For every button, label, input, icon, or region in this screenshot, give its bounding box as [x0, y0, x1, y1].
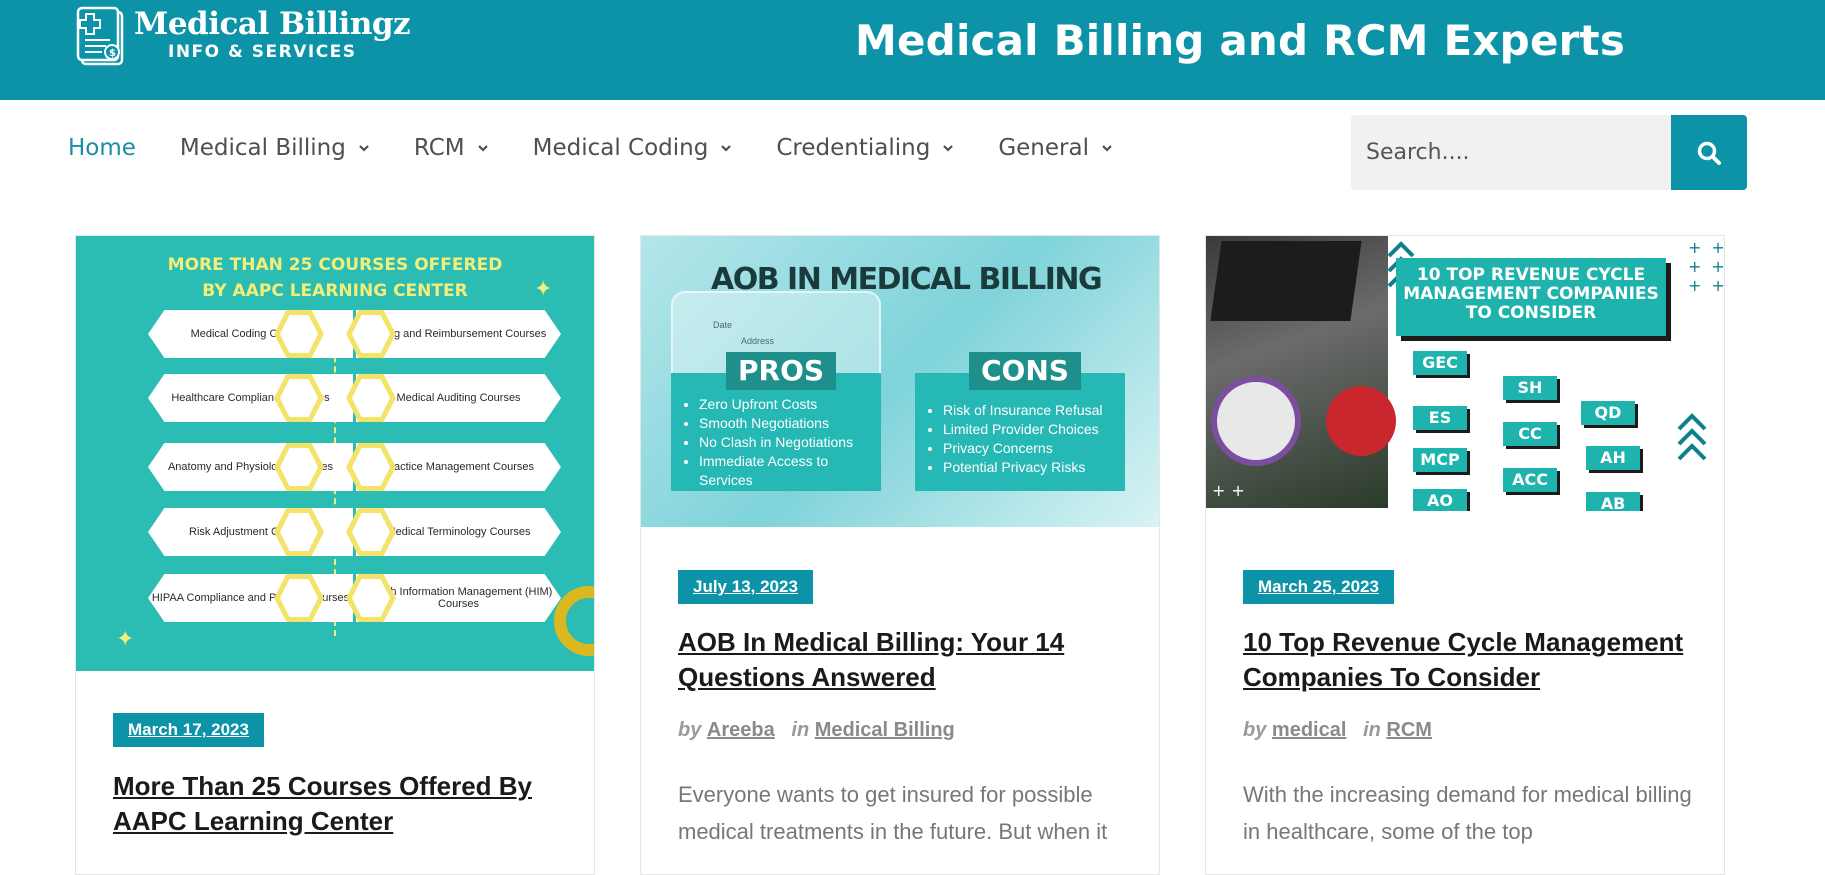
cons-item: Potential Privacy Risks [943, 458, 1115, 477]
image-title-line: MORE THAN 25 COURSES OFFERED [167, 255, 503, 275]
medical-document-icon: $ [76, 6, 124, 66]
nav-item-medical-billing[interactable]: Medical Billing [180, 135, 370, 161]
pros-item: Smooth Negotiations [699, 414, 871, 433]
nav-item-rcm[interactable]: RCM [414, 135, 489, 161]
site-logo[interactable]: $ Medical Billingz INFO & SERVICES [76, 6, 411, 68]
pros-label: PROS [726, 352, 837, 390]
cons-item: Risk of Insurance Refusal [943, 401, 1115, 420]
nav-label: Medical Coding [532, 135, 709, 161]
post-excerpt: With the increasing demand for medical b… [1243, 782, 1692, 844]
nav-item-credentialing[interactable]: Credentialing [776, 135, 954, 161]
company-tag: ACC [1503, 468, 1557, 492]
post-title[interactable]: More Than 25 Courses Offered By AAPC Lea… [113, 769, 563, 839]
site-header: $ Medical Billingz INFO & SERVICES Medic… [0, 0, 1825, 100]
laptop-photo: ++ [1206, 236, 1396, 508]
nav-label: RCM [413, 135, 465, 161]
post-date[interactable]: March 17, 2023 [113, 713, 264, 747]
pros-item: Zero Upfront Costs [699, 395, 871, 414]
chevron-down-icon [477, 145, 488, 152]
cons-item: Privacy Concerns [943, 439, 1115, 458]
post-title[interactable]: AOB In Medical Billing: Your 14 Question… [678, 625, 1128, 695]
post-card: MORE THAN 25 COURSES OFFERED BY AAPC LEA… [75, 235, 595, 875]
ring-decoration [554, 586, 594, 656]
meta-in-label: in [1363, 719, 1381, 741]
chevron-down-icon [721, 145, 732, 152]
post-title[interactable]: 10 Top Revenue Cycle Management Companie… [1243, 625, 1693, 695]
company-tag: SH [1503, 376, 1557, 400]
image-title-line: BY AAPC LEARNING CENTER [202, 281, 468, 301]
sparkle-icon: ✦ [534, 276, 553, 301]
logo-subtitle: INFO & SERVICES [168, 42, 357, 62]
post-date[interactable]: July 13, 2023 [678, 570, 813, 604]
image-banner: 10 TOP REVENUE CYCLE MANAGEMENT COMPANIE… [1396, 258, 1666, 336]
company-tag: AO [1413, 489, 1467, 511]
pros-item: Immediate Access to Services [699, 452, 871, 490]
meta-by-label: by [678, 719, 702, 741]
company-tag: AH [1586, 446, 1640, 470]
company-tag: MCP [1413, 448, 1467, 472]
post-card: ++ 10 TOP REVENUE CYCLE MANAGEMENT COMPA… [1205, 235, 1725, 875]
company-tag: ES [1413, 406, 1467, 430]
post-thumbnail[interactable]: Date Address AOB IN MEDICAL BILLING Zero… [641, 236, 1159, 527]
post-card: Date Address AOB IN MEDICAL BILLING Zero… [640, 235, 1160, 875]
company-tag: CC [1503, 422, 1557, 446]
chevron-down-icon [1102, 145, 1112, 152]
pros-box: Zero Upfront Costs Smooth Negotiations N… [671, 373, 881, 491]
post-excerpt: Everyone wants to get insured for possib… [678, 782, 1108, 844]
pros-item: No Clash in Negotiations [699, 433, 871, 452]
search-input[interactable] [1351, 115, 1671, 190]
meta-in-label: in [791, 719, 810, 741]
post-author[interactable]: medical [1272, 719, 1346, 741]
nav-item-medical-coding[interactable]: Medical Coding [533, 135, 733, 161]
company-tag: AB [1586, 492, 1640, 511]
post-category[interactable]: Medical Billing [815, 719, 955, 741]
svg-text:$: $ [109, 48, 116, 59]
chevron-up-icon [1677, 413, 1707, 461]
nav-label: General [998, 135, 1089, 161]
nav-label: Credentialing [776, 135, 931, 161]
site-tagline: Medical Billing and RCM Experts [855, 16, 1626, 65]
post-meta: by Areeba in Medical Billing [678, 719, 955, 742]
form-label: Address [741, 336, 775, 346]
logo-name: Medical Billingz [134, 6, 411, 42]
plus-decoration: ++++++ [1688, 238, 1724, 295]
image-title: AOB IN MEDICAL BILLING [711, 262, 1103, 297]
post-thumbnail[interactable]: ++ 10 TOP REVENUE CYCLE MANAGEMENT COMPA… [1206, 236, 1724, 511]
nav-item-home[interactable]: Home [68, 135, 136, 161]
nav-label: Medical Billing [179, 135, 346, 161]
post-thumbnail[interactable]: MORE THAN 25 COURSES OFFERED BY AAPC LEA… [76, 236, 594, 671]
search-icon [1697, 141, 1721, 165]
company-tag: GEC [1413, 351, 1467, 375]
cons-box: Risk of Insurance Refusal Limited Provid… [915, 373, 1125, 491]
search-form [1351, 115, 1747, 190]
post-category[interactable]: RCM [1386, 719, 1432, 741]
cons-item: Limited Provider Choices [943, 420, 1115, 439]
search-button[interactable] [1671, 115, 1747, 190]
main-nav: Home Medical Billing RCM Medical Coding … [68, 135, 1157, 161]
cons-label: CONS [969, 352, 1081, 390]
post-author[interactable]: Areeba [707, 719, 775, 741]
form-label: Date [713, 320, 733, 330]
nav-item-general[interactable]: General [998, 135, 1113, 161]
sparkle-icon: ✦ [116, 626, 135, 651]
meta-by-label: by [1243, 719, 1267, 741]
post-date[interactable]: March 25, 2023 [1243, 570, 1394, 604]
chevron-down-icon [943, 145, 954, 152]
chevron-down-icon [359, 145, 369, 152]
company-tag: QD [1581, 401, 1635, 425]
nav-label: Home [68, 135, 136, 161]
post-meta: by medical in RCM [1243, 719, 1432, 742]
